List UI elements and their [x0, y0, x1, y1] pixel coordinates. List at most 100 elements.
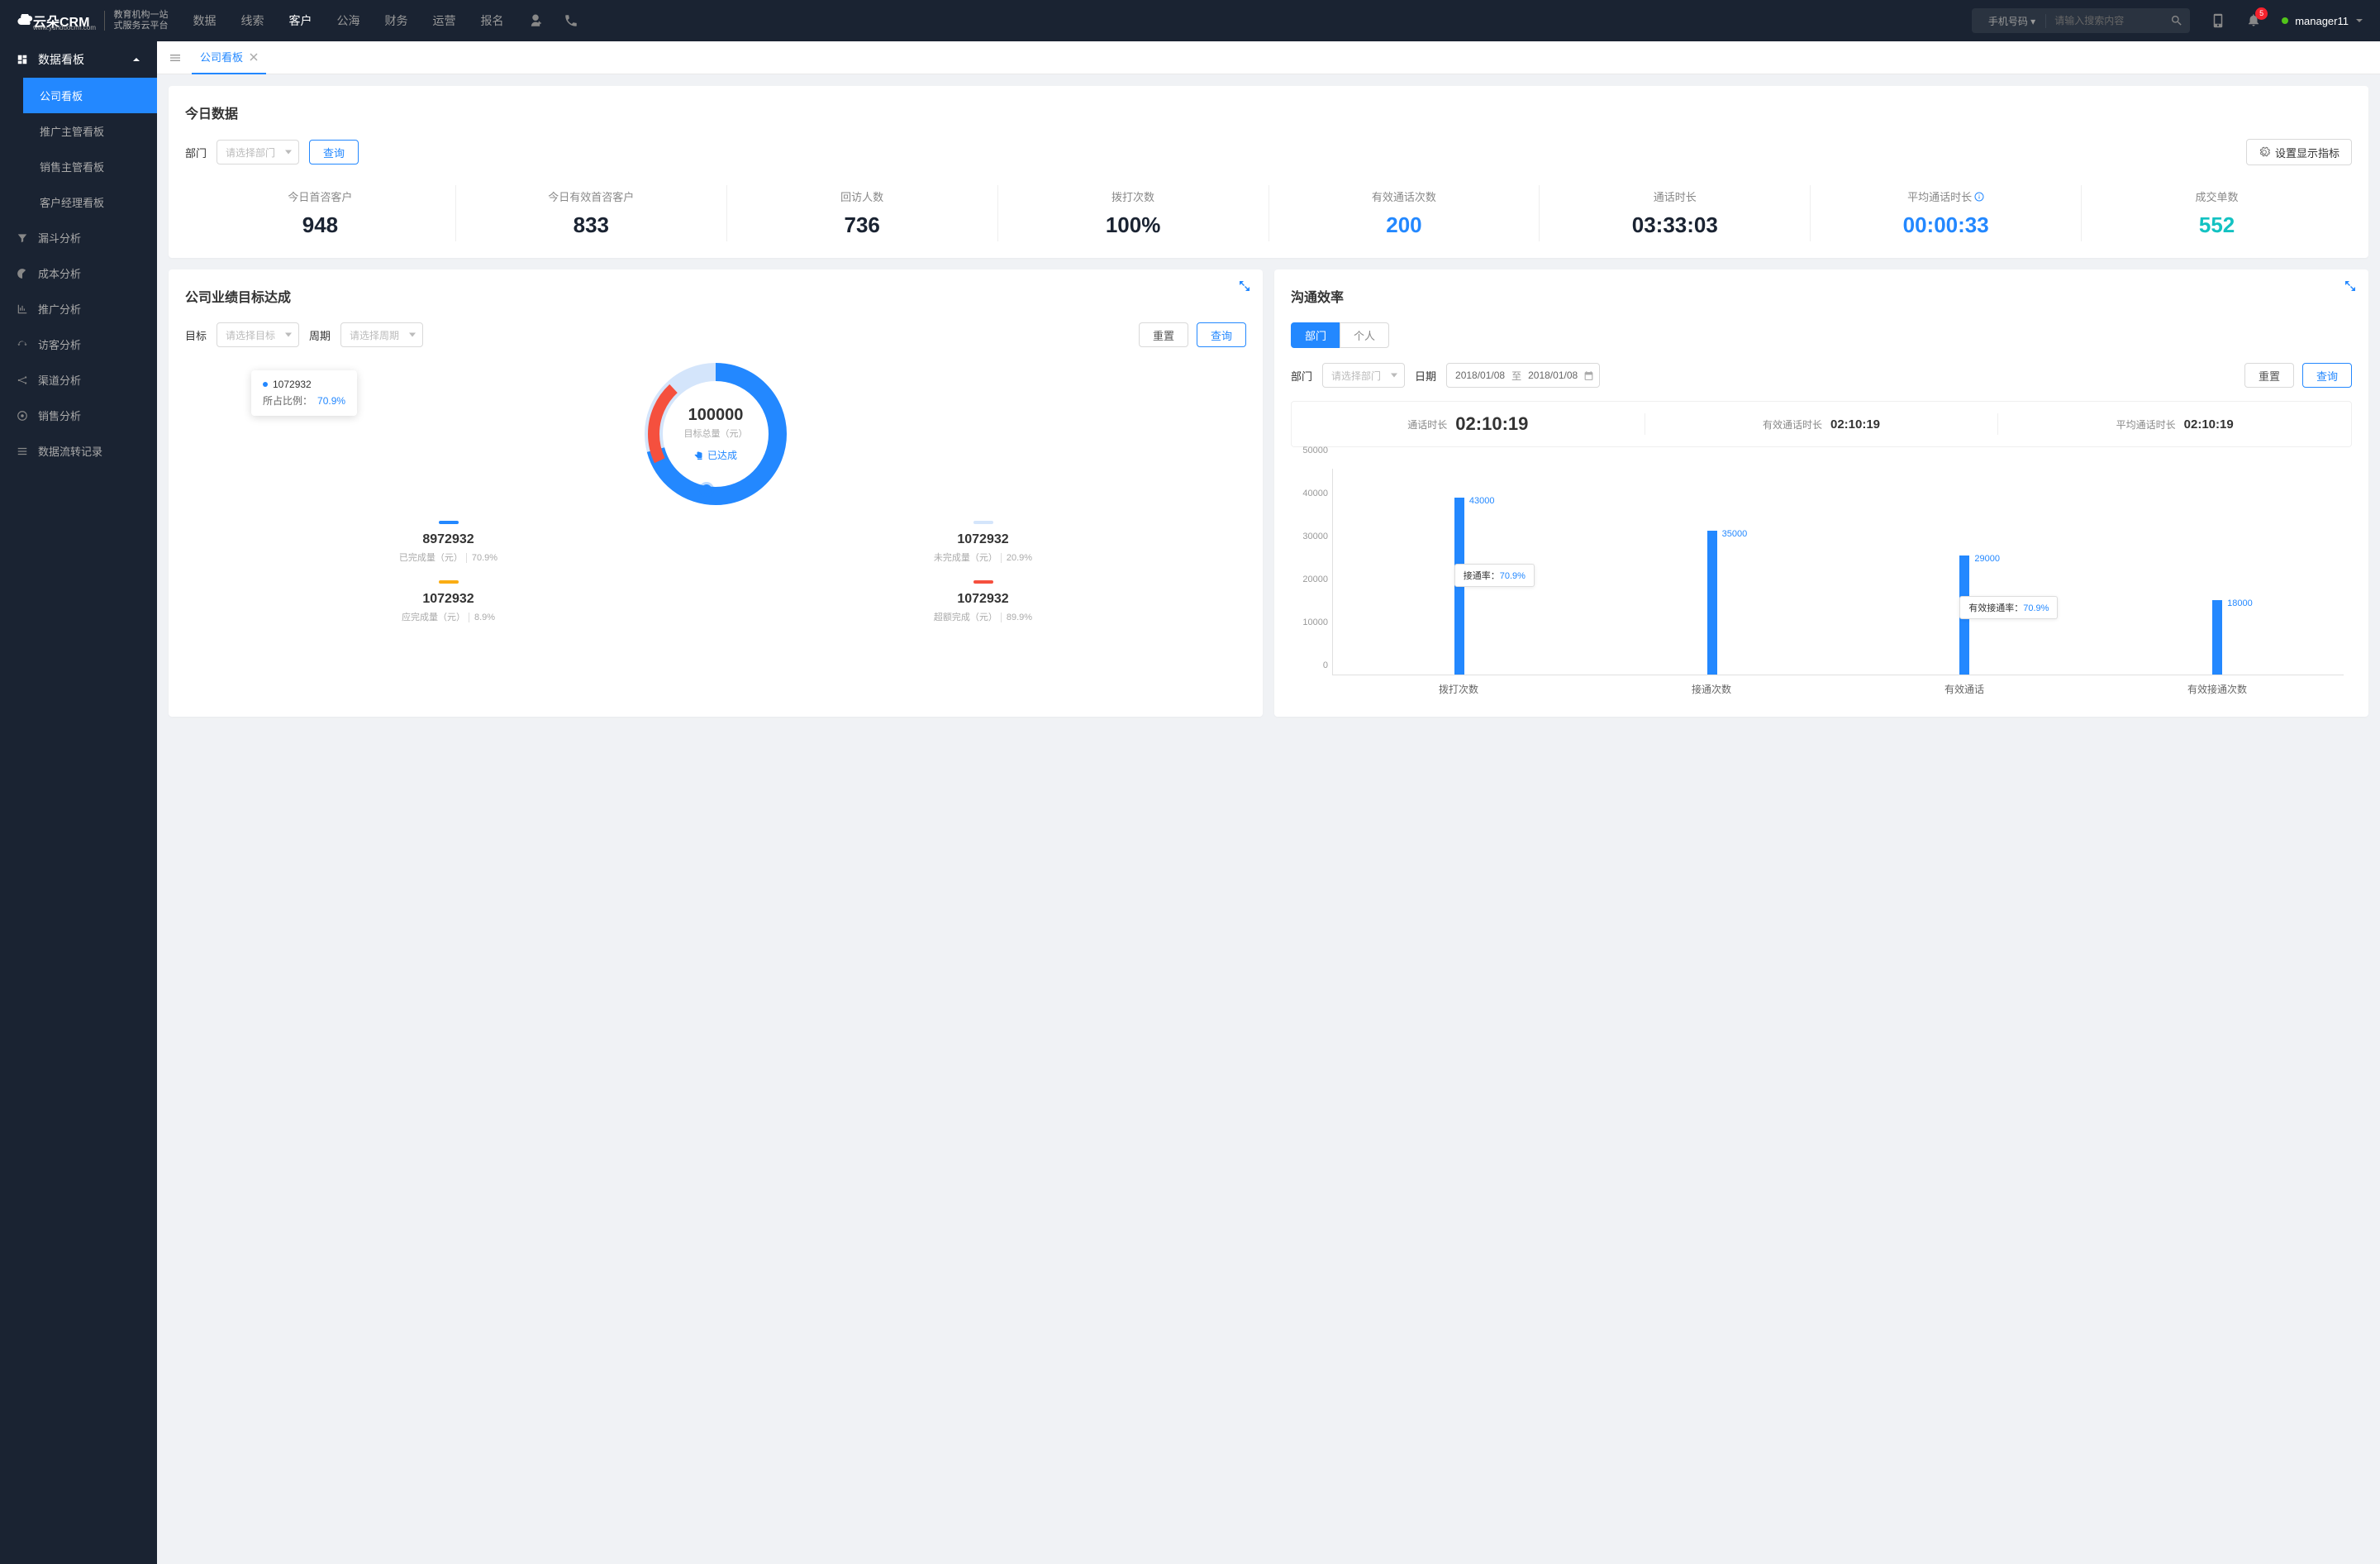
time-stat: 通话时长02:10:19 — [1292, 413, 1645, 435]
visitor-icon — [17, 339, 28, 350]
bar-annotation-1: 接通率：70.9% — [1454, 564, 1535, 587]
nav-ops[interactable]: 运营 — [432, 0, 455, 41]
close-icon[interactable] — [250, 53, 258, 61]
mobile-icon[interactable] — [2211, 13, 2225, 28]
sidebar-item-flow[interactable]: 数据流转记录 — [0, 433, 157, 469]
top-nav: 数据 线索 客户 公海 财务 运营 报名 — [193, 0, 503, 41]
tab-bar: 公司看板 — [157, 41, 2380, 74]
stat-item: 回访人数736 — [727, 185, 998, 241]
comm-title: 沟通效率 — [1291, 286, 2352, 306]
goals-query-button[interactable]: 查询 — [1197, 322, 1246, 347]
stat-item: 拨打次数100% — [998, 185, 1269, 241]
bar: 18000 — [2212, 600, 2222, 675]
target-icon — [17, 410, 28, 422]
sidebar-item-cost[interactable]: 成本分析 — [0, 255, 157, 291]
sidebar-item-promo[interactable]: 推广分析 — [0, 291, 157, 327]
bar-x-label: 有效通话 — [1838, 675, 2091, 700]
list-icon — [17, 446, 28, 457]
today-title: 今日数据 — [185, 103, 2352, 122]
legend-grid: 8972932已完成量（元）70.9%1072932未完成量（元）20.9%10… — [185, 521, 1246, 623]
stat-item: 平均通话时长00:00:33 — [1811, 185, 2082, 241]
stat-item: 今日首咨客户948 — [185, 185, 456, 241]
stat-item: 成交单数552 — [2082, 185, 2352, 241]
global-header: 云朵CRM www.yunduocrm.com 教育机构一站式服务云平台 数据 … — [0, 0, 2380, 41]
phone-icon[interactable] — [564, 13, 578, 28]
bar-x-label: 有效接通次数 — [2091, 675, 2344, 700]
time-stats: 通话时长02:10:19有效通话时长02:10:19平均通话时长02:10:19 — [1291, 401, 2352, 447]
reset-button[interactable]: 重置 — [1139, 322, 1188, 347]
nav-public[interactable]: 公海 — [336, 0, 359, 41]
sidebar-item-manager-board[interactable]: 客户经理看板 — [23, 184, 157, 220]
sidebar-item-promo-board[interactable]: 推广主管看板 — [23, 113, 157, 149]
donut-status: 已达成 — [684, 448, 748, 462]
seg-dept[interactable]: 部门 — [1291, 322, 1340, 348]
legend-item: 8972932已完成量（元）70.9% — [185, 521, 712, 564]
sidebar-item-company-board[interactable]: 公司看板 — [23, 78, 157, 113]
bar-chart: 01000020000300004000050000 4300035000290… — [1291, 460, 2352, 700]
tab-company-board[interactable]: 公司看板 — [192, 41, 266, 74]
legend-item: 1072932应完成量（元）8.9% — [185, 580, 712, 623]
expand-icon[interactable] — [2344, 279, 2357, 293]
chevron-down-icon — [2355, 17, 2363, 25]
stat-item: 今日有效首咨客户833 — [456, 185, 727, 241]
legend-item: 1072932未完成量（元）20.9% — [720, 521, 1246, 564]
channel-icon — [17, 374, 28, 386]
seg-person[interactable]: 个人 — [1340, 322, 1389, 348]
sidebar-item-visitor[interactable]: 访客分析 — [0, 327, 157, 362]
comm-card: 沟通效率 部门 个人 部门 请选择部门 日期 2018/01/08 至 2018… — [1274, 269, 2368, 717]
donut-chart: 100000 目标总量（元） 已达成 — [637, 355, 794, 513]
search-input[interactable] — [2046, 15, 2170, 26]
stat-item: 有效通话次数200 — [1269, 185, 1540, 241]
query-button[interactable]: 查询 — [309, 140, 359, 165]
chevron-up-icon — [132, 55, 140, 64]
period-label: 周期 — [309, 327, 331, 343]
sidebar-item-sales[interactable]: 销售分析 — [0, 398, 157, 433]
logo: 云朵CRM www.yunduocrm.com 教育机构一站式服务云平台 — [17, 10, 168, 31]
search-type-select[interactable]: 手机号码 ▾ — [1978, 14, 2046, 28]
add-user-icon[interactable] — [528, 13, 543, 28]
bar-annotation-2: 有效接通率：70.9% — [1959, 596, 2058, 619]
sidebar: 数据看板 公司看板 推广主管看板 销售主管看板 客户经理看板 漏斗分析 成本分析… — [0, 41, 157, 1564]
search-icon[interactable] — [2170, 14, 2183, 27]
comm-query-button[interactable]: 查询 — [2302, 363, 2352, 388]
user-menu[interactable]: manager11 — [2282, 15, 2363, 27]
sidebar-item-funnel[interactable]: 漏斗分析 — [0, 220, 157, 255]
nav-signup[interactable]: 报名 — [480, 0, 503, 41]
nav-leads[interactable]: 线索 — [240, 0, 264, 41]
comm-reset-button[interactable]: 重置 — [2244, 363, 2294, 388]
settings-button[interactable]: 设置显示指标 — [2246, 139, 2352, 165]
goals-title: 公司业绩目标达成 — [185, 286, 1246, 306]
date-label: 日期 — [1415, 368, 1436, 384]
period-select[interactable]: 请选择周期 — [340, 322, 423, 347]
chart-tooltip: 1072932 所占比例：70.9% — [251, 370, 357, 416]
status-dot — [2282, 17, 2288, 24]
comm-dept-label: 部门 — [1291, 368, 1312, 384]
time-stat: 平均通话时长02:10:19 — [1997, 413, 2351, 435]
menu-icon[interactable] — [169, 51, 182, 64]
stats-row: 今日首咨客户948今日有效首咨客户833回访人数736拨打次数100%有效通话次… — [185, 185, 2352, 241]
target-select[interactable]: 请选择目标 — [217, 322, 299, 347]
stat-item: 通话时长03:33:03 — [1540, 185, 1811, 241]
notification-badge: 5 — [2255, 7, 2268, 20]
sidebar-group-dashboard[interactable]: 数据看板 — [0, 41, 157, 78]
nav-data[interactable]: 数据 — [193, 0, 216, 41]
bar: 35000 — [1707, 531, 1717, 675]
comm-dept-select[interactable]: 请选择部门 — [1322, 363, 1405, 388]
nav-finance[interactable]: 财务 — [384, 0, 407, 41]
date-range-input[interactable]: 2018/01/08 至 2018/01/08 — [1446, 363, 1600, 388]
expand-icon[interactable] — [1238, 279, 1251, 293]
bar-x-label: 拨打次数 — [1332, 675, 1585, 700]
dept-select[interactable]: 请选择部门 — [217, 140, 299, 165]
cloud-icon — [17, 14, 33, 27]
sidebar-item-channel[interactable]: 渠道分析 — [0, 362, 157, 398]
dept-label: 部门 — [185, 145, 207, 160]
nav-customers[interactable]: 客户 — [288, 0, 312, 41]
donut-label: 目标总量（元） — [684, 427, 748, 440]
target-label: 目标 — [185, 327, 207, 343]
main-content: 公司看板 今日数据 部门 请选择部门 查询 设置显示指标 今日首咨客户948今日… — [157, 41, 2380, 1564]
bar-x-label: 接通次数 — [1585, 675, 1838, 700]
sidebar-item-sales-board[interactable]: 销售主管看板 — [23, 149, 157, 184]
pie-icon — [17, 268, 28, 279]
dashboard-icon — [17, 54, 28, 65]
calendar-icon — [1583, 370, 1594, 381]
